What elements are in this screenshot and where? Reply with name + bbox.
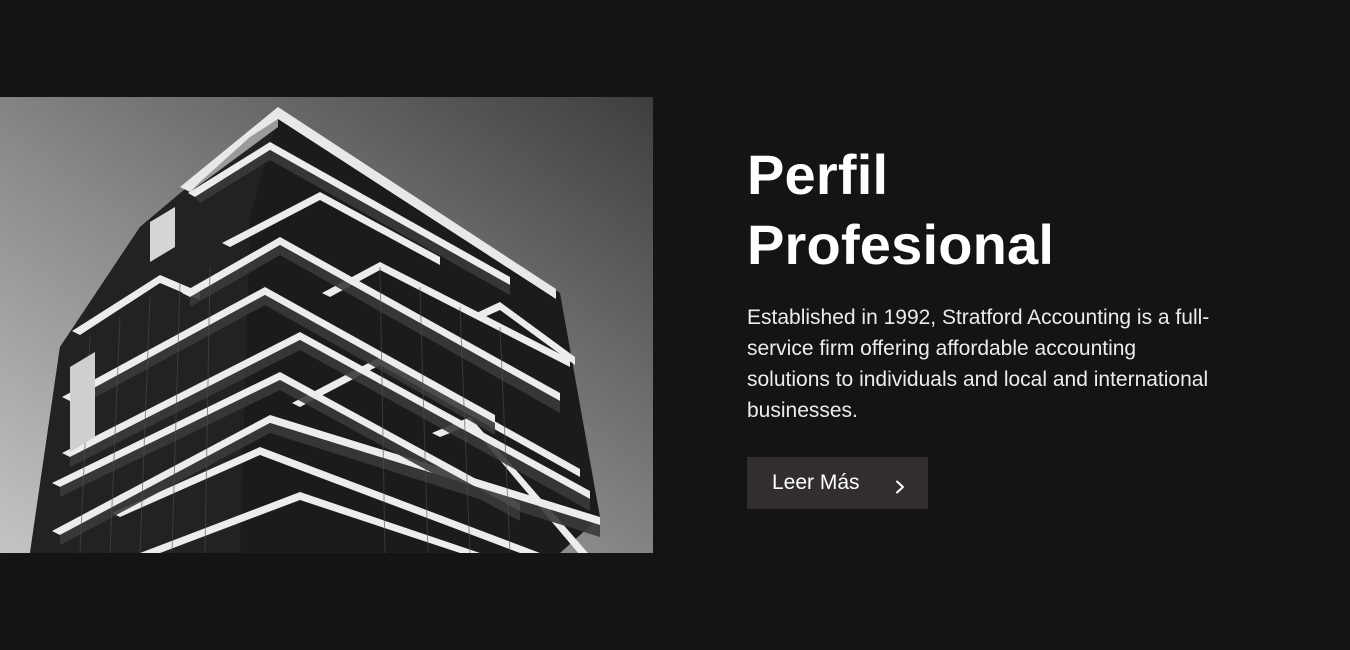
page-title: Perfil Profesional	[747, 140, 1227, 280]
title-line-1: Perfil	[747, 143, 889, 206]
chevron-right-icon	[893, 476, 907, 494]
company-description: Established in 1992, Stratford Accountin…	[747, 306, 1210, 422]
read-more-label: Leer Más	[772, 471, 860, 494]
read-more-button[interactable]: Leer Más	[747, 457, 928, 509]
title-line-2: Profesional	[747, 213, 1055, 276]
building-illustration	[0, 97, 653, 553]
profile-section: Perfil Profesional Established in 1992, …	[747, 140, 1227, 509]
page: Perfil Profesional Established in 1992, …	[0, 0, 1350, 650]
building-photo	[0, 97, 653, 553]
